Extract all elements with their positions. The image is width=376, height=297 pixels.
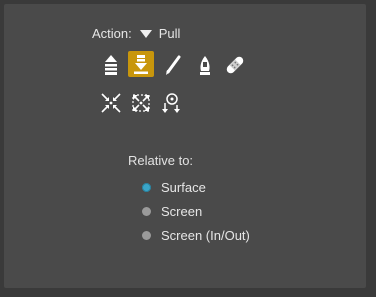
radio-screen-in-out[interactable]: Screen (In/Out) [142, 228, 250, 243]
action-value: Pull [158, 26, 181, 41]
push-icon [105, 55, 117, 75]
dropdown-triangle-icon [139, 29, 152, 38]
pen-icon [166, 55, 181, 75]
expand-tool-button[interactable] [128, 90, 154, 116]
relax-tool-button[interactable] [158, 90, 184, 116]
pinch-icon [101, 93, 121, 113]
bandage-tool-button[interactable] [222, 52, 248, 78]
tool-options-panel: Action: Pull Relative to: Surface Screen… [4, 4, 366, 288]
action-dropdown[interactable]: Pull [138, 26, 181, 41]
radio-screen[interactable]: Screen [142, 204, 202, 219]
smooth-tool-button[interactable] [192, 52, 218, 78]
expand-icon [132, 94, 150, 112]
relative-to-label: Relative to: [128, 153, 194, 168]
radio-unselected-icon [142, 231, 151, 240]
radio-surface-label: Surface [161, 180, 206, 195]
smooth-icon [200, 56, 210, 75]
radio-screen-in-out-label: Screen (In/Out) [161, 228, 250, 243]
pull-icon [134, 55, 148, 74]
relax-icon [162, 93, 180, 113]
radio-unselected-icon [142, 207, 151, 216]
pull-tool-button[interactable] [128, 51, 154, 77]
pen-tool-button[interactable] [160, 52, 186, 78]
radio-surface[interactable]: Surface [142, 180, 206, 195]
radio-selected-icon [142, 183, 151, 192]
pinch-tool-button[interactable] [98, 90, 124, 116]
action-row: Action: Pull [92, 26, 180, 41]
radio-screen-label: Screen [161, 204, 203, 219]
bandage-icon [226, 56, 244, 74]
action-label: Action: [92, 26, 132, 41]
push-tool-button[interactable] [98, 52, 124, 78]
